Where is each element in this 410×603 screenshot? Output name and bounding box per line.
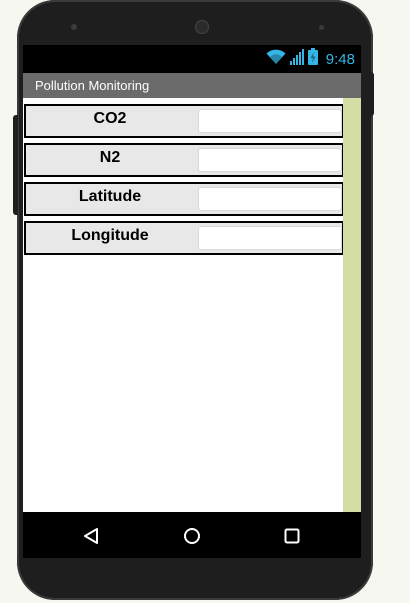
- co2-label: CO2: [93, 110, 127, 127]
- volume-button[interactable]: [13, 115, 18, 215]
- n2-input[interactable]: [198, 148, 342, 172]
- sensor-icon: [319, 25, 324, 30]
- camera-icon: [71, 24, 77, 30]
- scrollbar[interactable]: [343, 98, 361, 512]
- status-icons: 9:48: [266, 48, 355, 70]
- co2-input[interactable]: [198, 109, 342, 133]
- top-bezel: [17, 0, 373, 45]
- longitude-input[interactable]: [198, 226, 342, 250]
- power-button[interactable]: [370, 72, 374, 116]
- wifi-icon: [266, 49, 286, 70]
- recents-icon[interactable]: [280, 524, 304, 548]
- back-icon[interactable]: [79, 524, 103, 548]
- status-time: 9:48: [325, 50, 355, 68]
- longitude-label: Longitude: [71, 227, 149, 244]
- bottom-bezel: [17, 558, 373, 600]
- app-title-bar: Pollution Monitoring: [23, 73, 361, 98]
- latitude-label: Latitude: [78, 188, 142, 205]
- app-screen: CO2 N2 Latitude Longitude: [23, 98, 344, 512]
- n2-row: N2: [24, 143, 344, 177]
- home-icon[interactable]: [180, 524, 204, 548]
- co2-row: CO2: [24, 104, 344, 138]
- speaker-icon: [195, 20, 209, 34]
- latitude-row: Latitude: [24, 182, 344, 216]
- signal-icon: [289, 48, 304, 70]
- status-bar: 9:48: [23, 45, 361, 73]
- n2-label: N2: [99, 149, 121, 166]
- latitude-input[interactable]: [198, 187, 342, 211]
- longitude-row: Longitude: [24, 221, 344, 255]
- navigation-bar: [23, 512, 361, 558]
- battery-icon: [307, 48, 318, 70]
- app-title: Pollution Monitoring: [35, 78, 150, 93]
